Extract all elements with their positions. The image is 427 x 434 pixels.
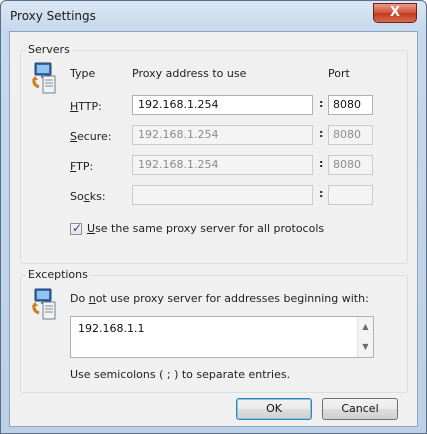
http-label: HTTP: bbox=[70, 100, 102, 113]
window-title: Proxy Settings bbox=[10, 9, 96, 23]
socks-address-input[interactable] bbox=[132, 185, 313, 205]
exceptions-textarea[interactable]: 192.168.1.1 ▲ ▼ bbox=[70, 316, 374, 358]
ftp-colon: : bbox=[319, 157, 324, 170]
servers-group: Servers Type Proxy address to use Port H… bbox=[20, 43, 408, 264]
network-computer-icon bbox=[32, 62, 56, 94]
socks-port-input[interactable] bbox=[328, 185, 373, 205]
socks-label: Socks: bbox=[70, 190, 106, 203]
secure-colon: : bbox=[319, 127, 324, 140]
proxy-settings-window: Proxy Settings X Servers Type Proxy addr… bbox=[0, 0, 427, 434]
ftp-address-input[interactable]: 192.168.1.254 bbox=[132, 155, 313, 175]
ok-button[interactable]: OK bbox=[236, 398, 312, 420]
servers-legend: Servers bbox=[26, 43, 72, 56]
http-address-input[interactable]: 192.168.1.254 bbox=[132, 95, 313, 115]
exceptions-note: Use semicolons ( ; ) to separate entries… bbox=[70, 368, 291, 381]
scroll-up-arrow-icon[interactable]: ▲ bbox=[358, 319, 373, 335]
title-bar[interactable]: Proxy Settings X bbox=[1, 1, 426, 31]
socks-colon: : bbox=[319, 187, 324, 200]
secure-port-input[interactable]: 8080 bbox=[328, 125, 373, 145]
type-header: Type bbox=[70, 67, 96, 80]
exceptions-group: Exceptions Do not use proxy server for a… bbox=[20, 268, 408, 393]
checkmark-icon: ✓ bbox=[72, 221, 83, 235]
close-icon: X bbox=[389, 5, 401, 20]
same-proxy-checkbox[interactable]: ✓ bbox=[70, 221, 83, 235]
exceptions-scrollbar[interactable]: ▲ ▼ bbox=[357, 317, 373, 357]
secure-label: Secure: bbox=[70, 130, 112, 143]
scroll-down-arrow-icon[interactable]: ▼ bbox=[358, 339, 373, 355]
network-computer-icon bbox=[32, 288, 56, 320]
http-port-input[interactable]: 8080 bbox=[328, 95, 373, 115]
port-header: Port bbox=[328, 67, 350, 80]
http-colon: : bbox=[319, 97, 324, 110]
ftp-port-input[interactable]: 8080 bbox=[328, 155, 373, 175]
exceptions-value: 192.168.1.1 bbox=[78, 322, 145, 335]
exceptions-legend: Exceptions bbox=[26, 268, 90, 281]
cancel-button[interactable]: Cancel bbox=[322, 398, 398, 420]
address-header: Proxy address to use bbox=[132, 67, 247, 80]
dialog-body: Servers Type Proxy address to use Port H… bbox=[9, 31, 418, 427]
close-button[interactable]: X bbox=[373, 3, 417, 23]
exceptions-prompt: Do not use proxy server for addresses be… bbox=[70, 292, 369, 305]
same-proxy-label[interactable]: Use the same proxy server for all protoc… bbox=[87, 222, 324, 235]
secure-address-input[interactable]: 192.168.1.254 bbox=[132, 125, 313, 145]
ftp-label: FTP: bbox=[70, 160, 94, 173]
